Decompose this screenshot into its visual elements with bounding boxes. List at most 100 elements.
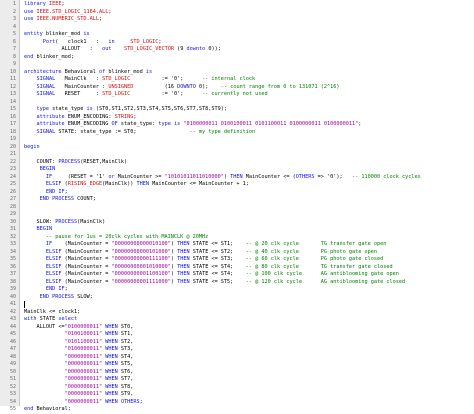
- code-line[interactable]: 30 SLOW: PROCESS(MainClk): [0, 219, 474, 227]
- code-line[interactable]: 26 END IF;: [0, 189, 474, 197]
- code-line[interactable]: 55 end Behavioral;: [0, 406, 474, 414]
- code-text[interactable]: "0000000011" WHEN OTHERS;: [24, 399, 143, 407]
- code-line[interactable]: 21: [0, 151, 474, 159]
- code-line[interactable]: 28: [0, 204, 474, 212]
- code-text[interactable]: "0100000011" WHEN ST3,: [24, 346, 134, 354]
- code-text[interactable]: "0000000011" WHEN ST5,: [24, 361, 134, 369]
- code-line[interactable]: 23 BEGIN: [0, 166, 474, 174]
- code-line[interactable]: 50 "0000000011" WHEN ST6,: [0, 369, 474, 377]
- code-line[interactable]: 17 attribute ENUM_ENCODING OF state_type…: [0, 121, 474, 129]
- code-line[interactable]: 20 begin: [0, 144, 474, 152]
- code-text[interactable]: MainClk <= clock1;: [24, 309, 80, 317]
- code-line[interactable]: 19: [0, 136, 474, 144]
- code-editor[interactable]: 1 library IEEE; 2 use IEEE.STD_LOGIC_1164.A…: [0, 0, 474, 412]
- code-line[interactable]: 46 "0101100011" WHEN ST2,: [0, 339, 474, 347]
- code-text[interactable]: "0101100011" WHEN ST2,: [24, 339, 134, 347]
- code-line[interactable]: 9: [0, 61, 474, 69]
- code-line[interactable]: 53 "0000000011" WHEN ST9,: [0, 391, 474, 399]
- code-text[interactable]: use IEEE.STD_LOGIC_1164.ALL;: [24, 9, 111, 17]
- code-text[interactable]: IF (MainCounter = "00000000000010100") T…: [24, 241, 386, 249]
- code-line[interactable]: 40 END PROCESS SLOW;: [0, 294, 474, 302]
- code-line[interactable]: 4: [0, 24, 474, 32]
- code-text[interactable]: ELSIF (MainCounter = "00000000001010000"…: [24, 264, 393, 272]
- code-line[interactable]: 1 library IEEE;: [0, 1, 474, 9]
- code-text[interactable]: SIGNAL STATE: state_type := ST0; -- my t…: [24, 129, 256, 137]
- code-line[interactable]: 7 ALLOUT : out STD_LOGIC_VECTOR (9 downt…: [0, 46, 474, 54]
- code-text[interactable]: ELSIF (MainCounter = "00000000000101000"…: [24, 249, 377, 257]
- code-text[interactable]: ALLOUT <="0100000011" WHEN ST0,: [24, 324, 133, 332]
- code-line[interactable]: 27 END PROCESS COUNT;: [0, 196, 474, 204]
- code-line[interactable]: 8 end blinker_mod;: [0, 54, 474, 62]
- code-text[interactable]: end Behavioral;: [24, 406, 71, 414]
- code-line[interactable]: 44 ALLOUT <="0100000011" WHEN ST0,: [0, 324, 474, 332]
- code-text[interactable]: ALLOUT : out STD_LOGIC_VECTOR (9 downto …: [24, 46, 220, 54]
- code-line[interactable]: 43 with STATE select: [0, 316, 474, 324]
- code-line[interactable]: 36 ELSIF (MainCounter = "000000000010100…: [0, 264, 474, 272]
- code-line[interactable]: 2 use IEEE.STD_LOGIC_1164.ALL;: [0, 9, 474, 17]
- code-text[interactable]: type state_type is (ST0,ST1,ST2,ST3,ST4,…: [24, 106, 228, 114]
- code-text[interactable]: ELSIF (MainCounter = "00000000000111100"…: [24, 256, 383, 264]
- code-line[interactable]: 33 IF (MainCounter = "00000000000010100"…: [0, 241, 474, 249]
- code-text[interactable]: END PROCESS SLOW;: [24, 294, 93, 302]
- code-text[interactable]: ELSIF (MainCounter = "00000000001100100"…: [24, 271, 399, 279]
- code-lines[interactable]: 1 library IEEE; 2 use IEEE.STD_LOGIC_1164.A…: [0, 1, 474, 414]
- code-line[interactable]: 12 SIGNAL MainCounter : UNSIGNED (16 DOW…: [0, 84, 474, 92]
- code-text[interactable]: "0100100011" WHEN ST1,: [24, 331, 134, 339]
- code-line[interactable]: 10 architecture Behavioral of blinker_mod…: [0, 69, 474, 77]
- code-line[interactable]: 51 "0000000011" WHEN ST7,: [0, 376, 474, 384]
- code-text[interactable]: "0000000011" WHEN ST9,: [24, 391, 134, 399]
- code-text[interactable]: END IF;: [24, 286, 68, 294]
- code-text[interactable]: SIGNAL MainCounter : UNSIGNED (16 DOWNTO…: [24, 84, 340, 92]
- code-text[interactable]: with STATE select: [24, 316, 77, 324]
- code-text[interactable]: [24, 301, 25, 309]
- code-text[interactable]: attribute ENUM_ENCODING: STRING;: [24, 114, 137, 122]
- code-line[interactable]: 15 type state_type is (ST0,ST1,ST2,ST3,S…: [0, 106, 474, 114]
- code-line[interactable]: 14: [0, 99, 474, 107]
- code-text[interactable]: library IEEE;: [24, 1, 65, 9]
- code-text[interactable]: IF (RESET = '1' or MainCounter >= "10101…: [24, 174, 421, 182]
- code-line[interactable]: 41: [0, 301, 474, 309]
- code-line[interactable]: 24 IF (RESET = '1' or MainCounter >= "10…: [0, 174, 474, 182]
- code-text[interactable]: attribute ENUM_ENCODING OF state_type: t…: [24, 121, 362, 129]
- code-text[interactable]: END PROCESS COUNT;: [24, 196, 96, 204]
- code-text[interactable]: SLOW: PROCESS(MainClk): [24, 219, 105, 227]
- code-line[interactable]: 35 ELSIF (MainCounter = "000000000001111…: [0, 256, 474, 264]
- code-line[interactable]: 52 "0000000011" WHEN ST8,: [0, 384, 474, 392]
- code-line[interactable]: 45 "0100100011" WHEN ST1,: [0, 331, 474, 339]
- code-text[interactable]: Port( clock1 : in STD_LOGIC;: [24, 39, 162, 47]
- code-line[interactable]: 29: [0, 211, 474, 219]
- code-line[interactable]: 6 Port( clock1 : in STD_LOGIC;: [0, 39, 474, 47]
- code-line[interactable]: 22 COUNT: PROCESS(RESET,MainClk): [0, 159, 474, 167]
- code-text[interactable]: COUNT: PROCESS(RESET,MainClk): [24, 159, 127, 167]
- code-line[interactable]: 11 SIGNAL MainClk : STD_LOGIC := '0'; --…: [0, 76, 474, 84]
- code-line[interactable]: 31 BEGIN: [0, 226, 474, 234]
- code-text[interactable]: "0000000011" WHEN ST8,: [24, 384, 134, 392]
- code-line[interactable]: 5 entity blinker_mod is: [0, 31, 474, 39]
- code-line[interactable]: 49 "0000000011" WHEN ST5,: [0, 361, 474, 369]
- code-text[interactable]: use IEEE.NUMERIC_STD.ALL;: [24, 16, 102, 24]
- code-line[interactable]: 38 ELSIF (MainCounter = "000000000011110…: [0, 279, 474, 287]
- code-text[interactable]: BEGIN: [24, 226, 53, 234]
- code-line[interactable]: 42 MainClk <= clock1;: [0, 309, 474, 317]
- code-text[interactable]: ELSIF (RISING_EDGE(MainClk)) THEN MainCo…: [24, 181, 249, 189]
- code-text[interactable]: ELSIF (MainCounter = "00000000001111000"…: [24, 279, 405, 287]
- code-line[interactable]: 48 "0000000011" WHEN ST4,: [0, 354, 474, 362]
- code-text[interactable]: SIGNAL MainClk : STD_LOGIC := '0'; -- in…: [24, 76, 256, 84]
- code-text[interactable]: entity blinker_mod is: [24, 31, 90, 39]
- code-line[interactable]: 16 attribute ENUM_ENCODING: STRING;: [0, 114, 474, 122]
- code-line[interactable]: 13 SIGNAL RESET : STD_LOGIC := '0'; -- c…: [0, 91, 474, 99]
- code-text[interactable]: begin: [24, 144, 40, 152]
- code-text[interactable]: architecture Behavioral of blinker_mod i…: [24, 69, 152, 77]
- code-text[interactable]: end blinker_mod;: [24, 54, 74, 62]
- code-line[interactable]: 47 "0100000011" WHEN ST3,: [0, 346, 474, 354]
- code-line[interactable]: 34 ELSIF (MainCounter = "000000000001010…: [0, 249, 474, 257]
- code-line[interactable]: 54 "0000000011" WHEN OTHERS;: [0, 399, 474, 407]
- code-text[interactable]: SIGNAL RESET : STD_LOGIC := '0'; -- curr…: [24, 91, 268, 99]
- code-line[interactable]: 37 ELSIF (MainCounter = "000000000011001…: [0, 271, 474, 279]
- code-line[interactable]: 3 use IEEE.NUMERIC_STD.ALL;: [0, 16, 474, 24]
- code-line[interactable]: 18 SIGNAL STATE: state_type := ST0; -- m…: [0, 129, 474, 137]
- code-text[interactable]: -- pause for 1us = 20clk cycles with MAI…: [24, 234, 208, 242]
- code-line[interactable]: 39 END IF;: [0, 286, 474, 294]
- code-text[interactable]: "0000000011" WHEN ST4,: [24, 354, 134, 362]
- code-text[interactable]: "0000000011" WHEN ST7,: [24, 376, 134, 384]
